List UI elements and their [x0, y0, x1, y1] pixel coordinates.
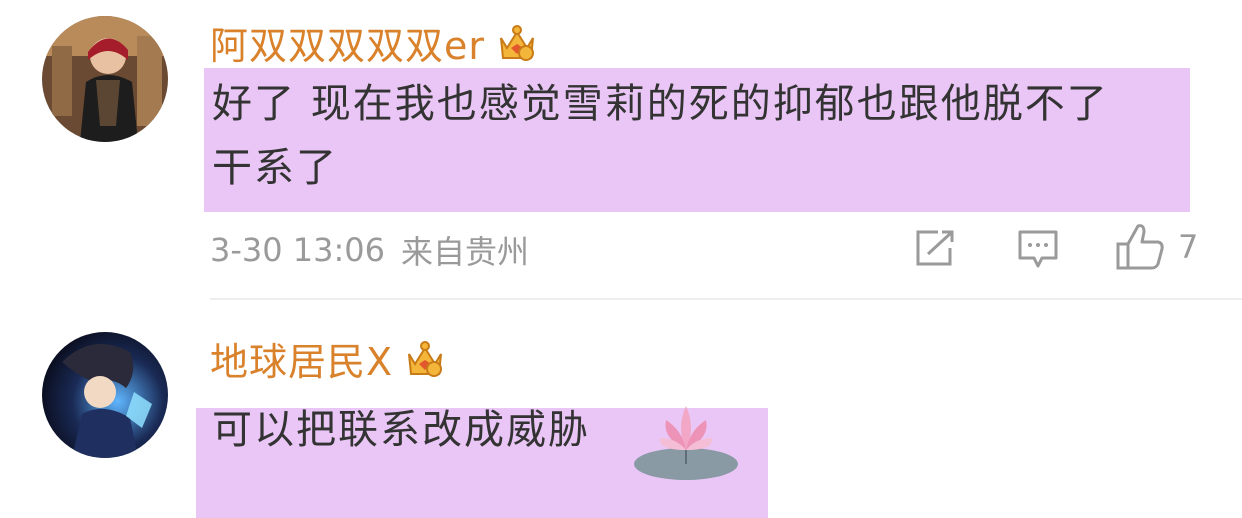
- share-icon: [916, 230, 954, 266]
- thumbs-up-icon: [1116, 224, 1164, 270]
- avatar[interactable]: [42, 16, 168, 142]
- reply-button[interactable]: [1016, 228, 1060, 270]
- comment-item: 阿双双双双双er 好了 现在我也感觉雪莉的死的抑郁也跟他脱不了 干系了 3-30…: [0, 0, 1242, 300]
- location: 来自贵州: [401, 233, 530, 271]
- comment-text-line: 干系了: [212, 145, 338, 191]
- timestamp: 3-30 13:06: [210, 231, 386, 269]
- avatar[interactable]: [42, 332, 168, 458]
- comment-item: 地球居民X 可以把联系改成威胁: [0, 300, 1242, 518]
- like-button[interactable]: 7: [1114, 222, 1198, 272]
- comment-text-line: 可以把联系改成威胁: [212, 407, 590, 453]
- username[interactable]: 阿双双双双双er: [210, 15, 485, 70]
- share-button[interactable]: [914, 228, 958, 268]
- comment-text: 好了 现在我也感觉雪莉的死的抑郁也跟他脱不了 干系了: [212, 72, 1192, 200]
- username-row: 阿双双双双双er: [210, 14, 539, 70]
- meta-row: 3-30 13:06 来自贵州: [210, 225, 529, 275]
- crown-badge-icon: [500, 25, 535, 61]
- comment-text: 可以把联系改成威胁: [212, 398, 590, 462]
- comment-text-line: 好了 现在我也感觉雪莉的死的抑郁也跟他脱不了: [212, 81, 1109, 127]
- lotus-sticker-icon: [634, 406, 738, 480]
- crown-badge-icon: [408, 341, 443, 377]
- like-count: 7: [1178, 228, 1199, 266]
- username[interactable]: 地球居民X: [210, 331, 393, 386]
- username-row: 地球居民X: [210, 330, 447, 386]
- comment-icon: [1018, 230, 1058, 268]
